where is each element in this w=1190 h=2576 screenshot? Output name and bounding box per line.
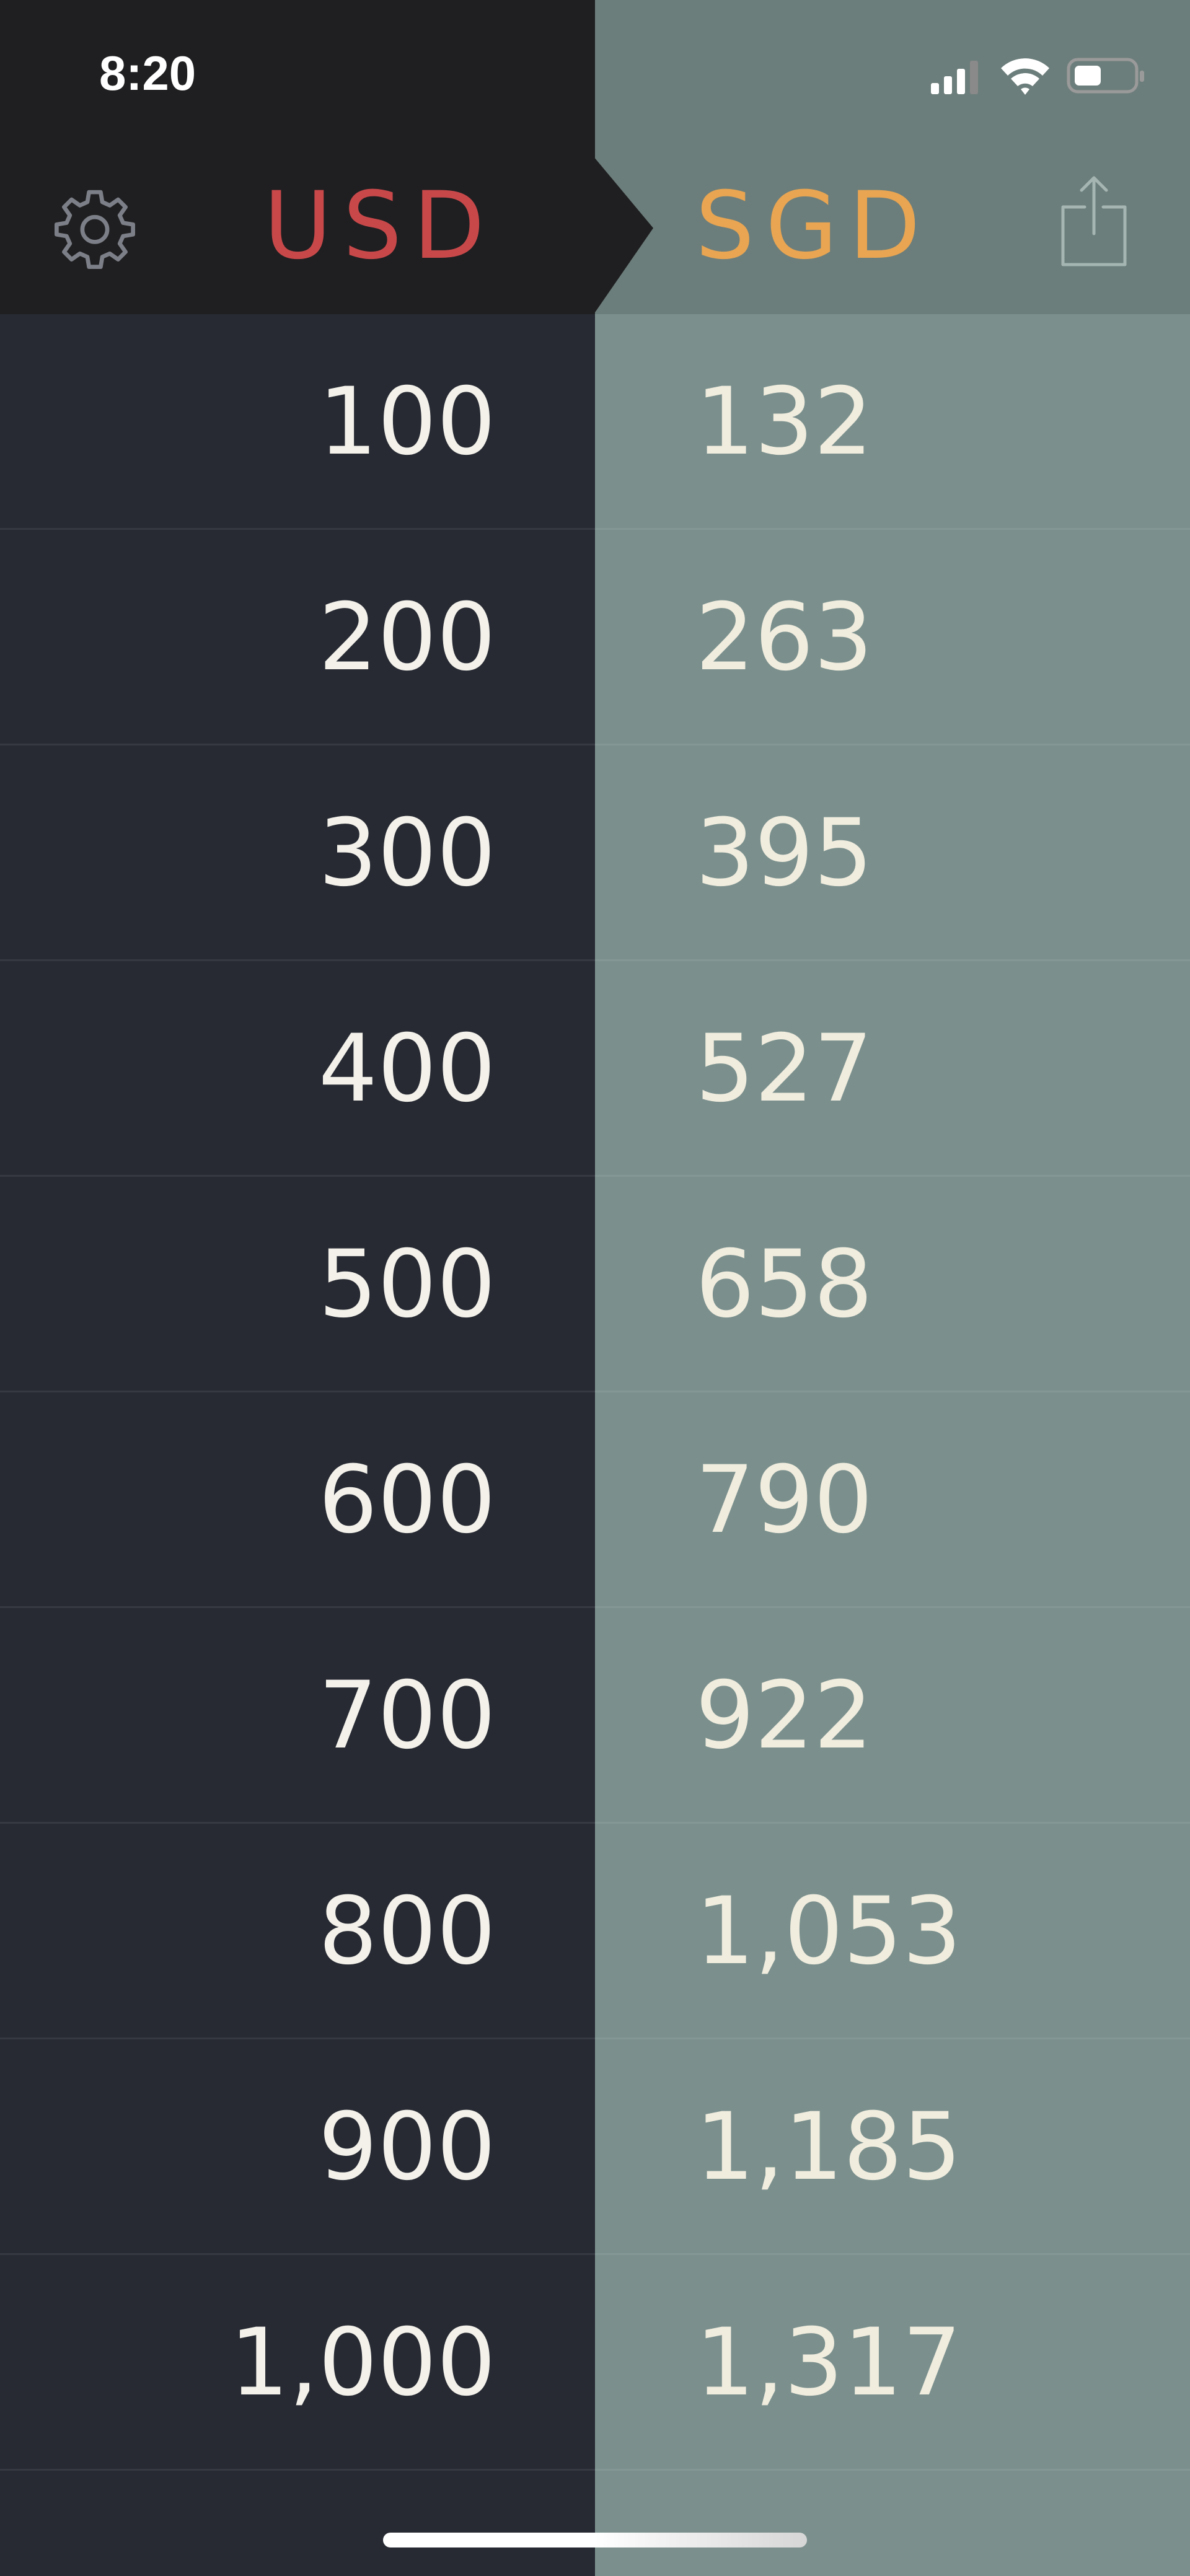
to-amount: 922 xyxy=(695,1662,873,1770)
from-amount: 100 xyxy=(318,368,496,476)
to-amount: 263 xyxy=(695,584,873,692)
status-time: 8:20 xyxy=(99,46,196,100)
table-row[interactable]: 1,000 1,317 xyxy=(0,2255,1190,2471)
table-row[interactable]: 700 922 xyxy=(0,1608,1190,1824)
to-currency-label[interactable]: SGD xyxy=(695,167,956,285)
gear-icon[interactable] xyxy=(53,187,136,270)
battery-icon xyxy=(1067,58,1144,94)
table-row[interactable]: 400 527 xyxy=(0,961,1190,1177)
to-amount: 1,053 xyxy=(695,1878,962,1985)
table-row[interactable]: 500 658 xyxy=(0,1177,1190,1392)
conversion-table: 100 132 200 263 300 395 400 527 500 658 600 790 700 9… xyxy=(0,314,1190,2471)
table-row[interactable]: 300 395 xyxy=(0,745,1190,961)
from-amount: 800 xyxy=(318,1878,496,1985)
to-amount: 395 xyxy=(695,799,873,907)
from-amount: 500 xyxy=(318,1231,496,1339)
table-row[interactable]: 100 132 xyxy=(0,314,1190,530)
share-icon[interactable] xyxy=(1060,175,1128,268)
to-amount: 132 xyxy=(695,368,873,476)
to-amount: 1,185 xyxy=(695,2093,962,2201)
home-indicator[interactable] xyxy=(383,2533,807,2547)
wifi-icon xyxy=(1001,58,1049,95)
to-amount: 527 xyxy=(695,1015,873,1123)
from-amount: 700 xyxy=(318,1662,496,1770)
table-row[interactable]: 200 263 xyxy=(0,530,1190,745)
from-amount: 400 xyxy=(318,1015,496,1123)
table-row[interactable]: 800 1,053 xyxy=(0,1824,1190,2039)
header-chevron-divider xyxy=(594,157,653,314)
from-currency-label[interactable]: USD xyxy=(248,167,496,285)
table-row[interactable]: 600 790 xyxy=(0,1392,1190,1608)
from-amount: 900 xyxy=(318,2093,496,2201)
to-amount: 790 xyxy=(695,1446,873,1554)
table-row[interactable]: 900 1,185 xyxy=(0,2039,1190,2255)
from-amount: 1,000 xyxy=(229,2309,496,2417)
from-amount: 300 xyxy=(318,799,496,907)
cellular-signal-icon xyxy=(931,61,978,94)
to-amount: 1,317 xyxy=(695,2309,962,2417)
to-amount: 658 xyxy=(695,1231,873,1339)
from-amount: 200 xyxy=(318,584,496,692)
status-icons xyxy=(931,58,1144,95)
from-amount: 600 xyxy=(318,1446,496,1554)
